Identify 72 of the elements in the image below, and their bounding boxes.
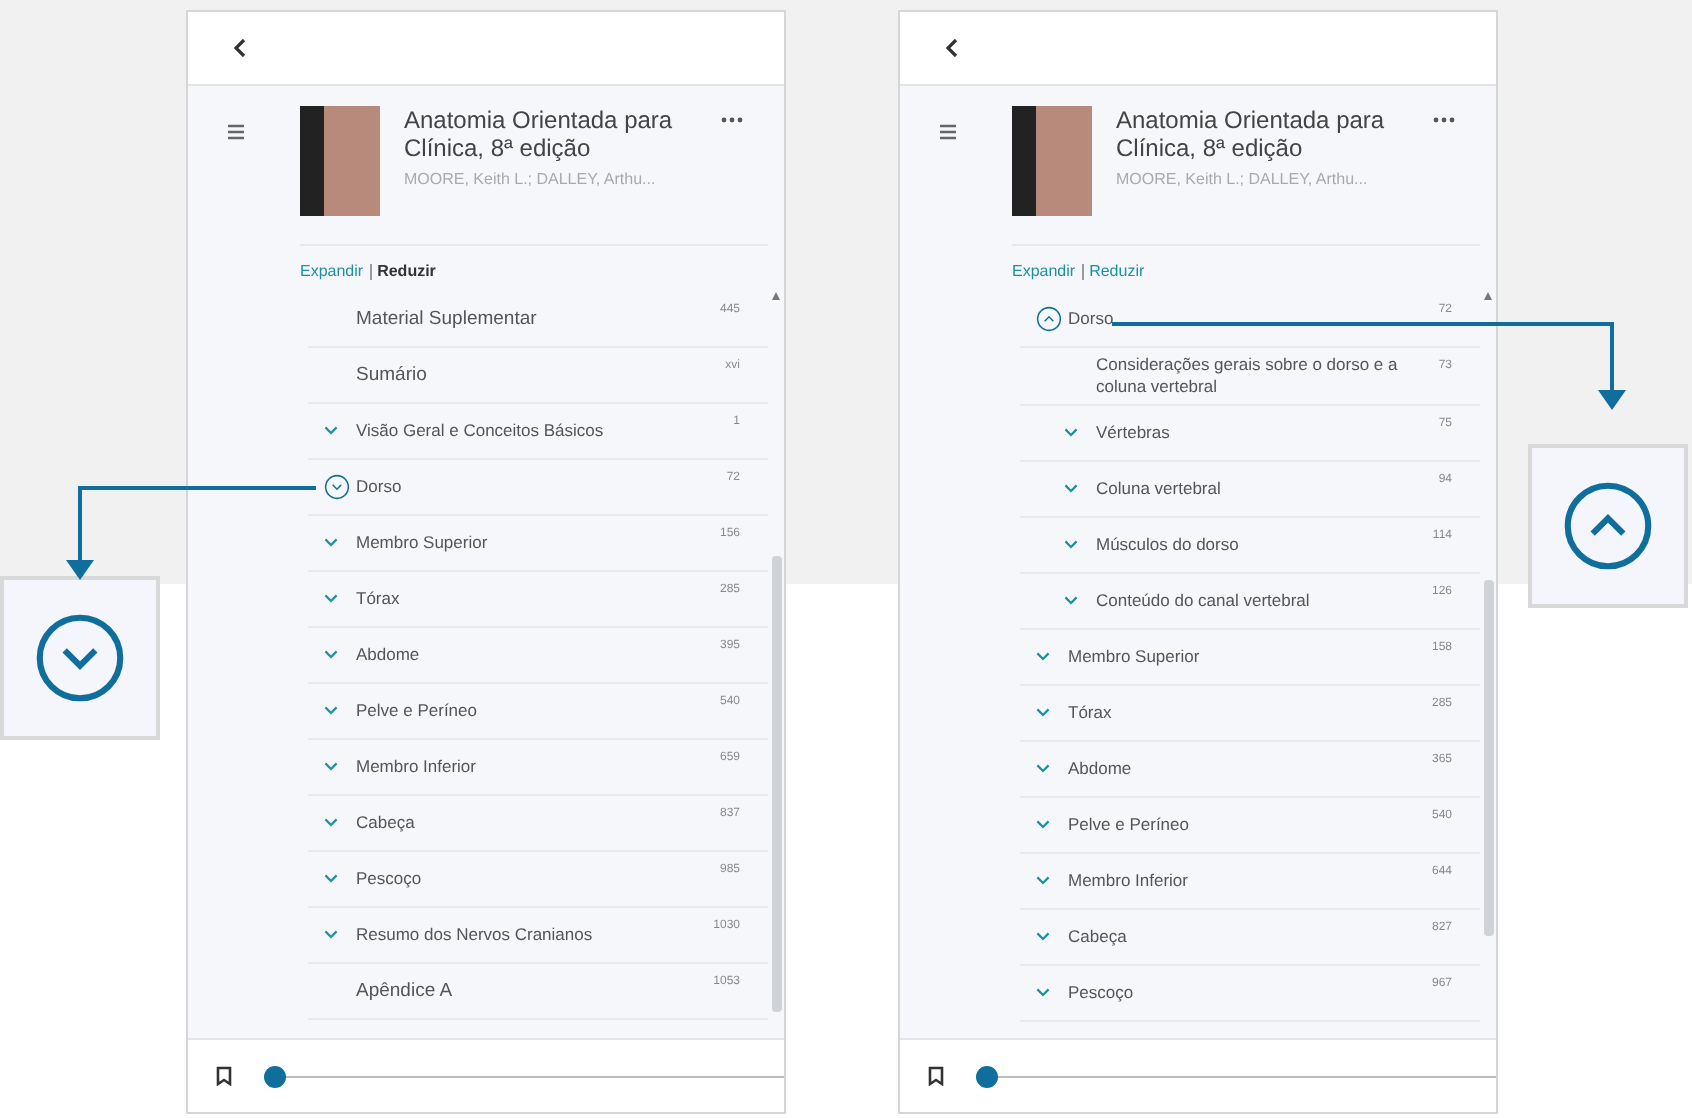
scroll-up-icon[interactable] <box>1484 292 1492 300</box>
chevron-down-icon <box>324 594 338 604</box>
toc-label: Membro Superior <box>1068 646 1202 668</box>
expand-circle-icon[interactable] <box>324 474 350 500</box>
toc-label: Abdome <box>1068 758 1134 780</box>
chevron-down-icon <box>1036 820 1050 830</box>
toc-link[interactable]: Reduzir <box>1089 262 1145 280</box>
book-title: Anatomia Orientada para Clínica, 8ª edição <box>1116 106 1387 162</box>
scrollbar-thumb[interactable] <box>1483 580 1493 936</box>
chevron-down-icon <box>324 650 338 660</box>
toc-label: Tórax <box>356 588 402 610</box>
toc-label: Pescoço <box>1068 982 1136 1004</box>
chevron-down-icon <box>324 426 338 436</box>
book-cover <box>300 106 380 216</box>
toc-label: Pescoço <box>356 868 424 890</box>
collapse-circle-icon[interactable] <box>1562 480 1654 572</box>
toc-label: Membro Inferior <box>356 756 478 778</box>
chevron-down-icon <box>1036 764 1050 774</box>
toc-label: Dorso <box>1068 308 1116 330</box>
book-authors: MOORE, Keith L.; DALLEY, Arthu... <box>404 170 658 188</box>
chevron-down-icon <box>324 874 338 884</box>
toc-label: Membro Inferior <box>1068 870 1190 892</box>
chevron-down-icon <box>1064 484 1078 494</box>
toc-label: Sumário <box>356 364 429 386</box>
bookmark-icon[interactable] <box>928 1066 944 1086</box>
toc-link[interactable]: Expandir <box>300 262 364 280</box>
toc-label: Dorso <box>356 476 404 498</box>
slider-thumb[interactable] <box>264 1065 286 1087</box>
chevron-down-icon <box>1036 932 1050 942</box>
chevron-down-icon <box>324 538 338 548</box>
toc-label: Pelve e Períneo <box>1068 814 1191 836</box>
toc-label: Resumo dos Nervos Cranianos <box>356 924 595 946</box>
bookmark-icon[interactable] <box>216 1066 232 1086</box>
chevron-down-icon <box>1064 596 1078 606</box>
chevron-down-icon <box>1036 876 1050 886</box>
book-title: Anatomia Orientada para Clínica, 8ª edição <box>404 106 675 162</box>
chevron-down-icon <box>1064 428 1078 438</box>
toc-label: Visão Geral e Conceitos Básicos <box>356 420 606 442</box>
toc-label: Pelve e Períneo <box>356 700 479 722</box>
menu-icon[interactable] <box>940 124 956 140</box>
toc-link[interactable]: Expandir <box>1012 262 1076 280</box>
toc-label: Material Suplementar <box>356 308 539 330</box>
toc-label: Membro Superior <box>356 532 490 554</box>
slider-thumb[interactable] <box>976 1065 998 1087</box>
toc-label: Apêndice A <box>356 980 455 1002</box>
book-authors: MOORE, Keith L.; DALLEY, Arthu... <box>1116 170 1370 188</box>
toc-label: Abdome <box>356 644 422 666</box>
toc-label: Considerações gerais sobre o dorso e a coluna vertebral <box>1096 354 1400 398</box>
chevron-down-icon <box>324 762 338 772</box>
toc-label: Vértebras <box>1096 422 1172 444</box>
chevron-down-icon <box>324 930 338 940</box>
toc-label: Conteúdo do canal vertebral <box>1096 590 1312 612</box>
expand-circle-icon[interactable] <box>34 612 126 704</box>
chevron-down-icon <box>1036 988 1050 998</box>
chevron-down-icon <box>1064 540 1078 550</box>
scrollbar-thumb[interactable] <box>771 556 781 1012</box>
back-icon[interactable] <box>232 38 246 58</box>
book-cover <box>1012 106 1092 216</box>
menu-icon[interactable] <box>228 124 244 140</box>
collapse-circle-icon[interactable] <box>1036 306 1062 332</box>
toc-label: Coluna vertebral <box>1096 478 1223 500</box>
toc-label: Cabeça <box>356 812 417 834</box>
scroll-up-icon[interactable] <box>772 292 780 300</box>
chevron-down-icon <box>1036 652 1050 662</box>
chevron-down-icon <box>324 706 338 716</box>
back-icon[interactable] <box>944 38 958 58</box>
toc-label: Tórax <box>1068 702 1114 724</box>
toc-label: Músculos do dorso <box>1096 534 1241 556</box>
toc-link[interactable]: Reduzir <box>377 262 436 280</box>
toc-label: Cabeça <box>1068 926 1129 948</box>
chevron-down-icon <box>1036 708 1050 718</box>
chevron-down-icon <box>324 818 338 828</box>
